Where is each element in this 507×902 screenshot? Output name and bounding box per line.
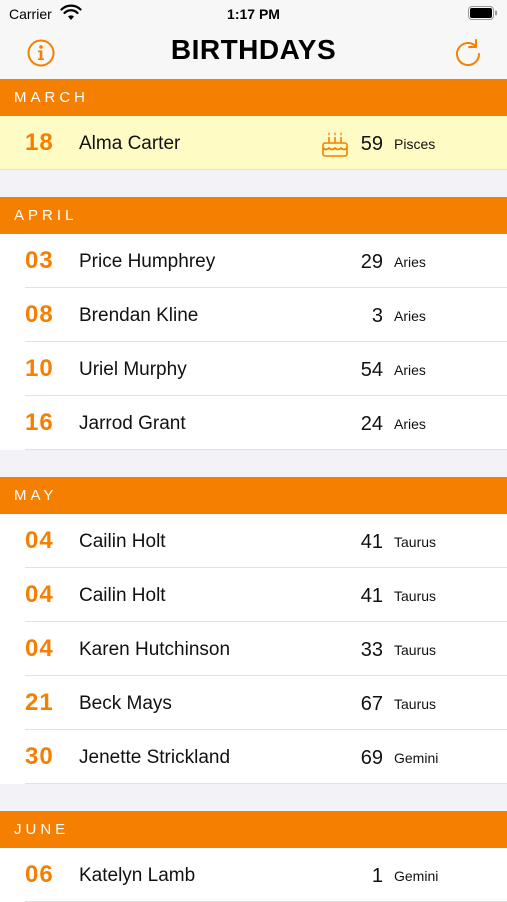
zodiac-sign: Taurus (394, 534, 437, 550)
birthday-row[interactable]: 18 Alma Carter 59 Pisces (0, 116, 507, 170)
person-age: 69 (360, 747, 383, 769)
zodiac-sign: Gemini (394, 750, 439, 766)
person-age: 33 (360, 639, 383, 661)
birthday-day: 18 (25, 129, 54, 156)
row-separator (25, 783, 507, 784)
zodiac-sign: Taurus (394, 696, 437, 712)
person-age: 67 (360, 693, 383, 715)
person-age: 41 (360, 585, 383, 607)
birthday-day: 30 (25, 743, 54, 770)
clock-time: 1:17 PM (227, 6, 280, 22)
refresh-icon[interactable] (453, 38, 483, 68)
birthday-day: 03 (25, 247, 54, 274)
birthday-day: 06 (25, 861, 54, 888)
birthday-row[interactable]: 08 Brendan Kline 3 Aries (0, 288, 507, 342)
birthday-row[interactable]: 04 Cailin Holt 41 Taurus (0, 568, 507, 622)
person-age: 1 (371, 865, 383, 887)
zodiac-sign: Aries (394, 308, 426, 324)
section-spacer (0, 450, 507, 477)
person-age: 3 (371, 305, 383, 327)
person-name: Cailin Holt (79, 531, 166, 552)
zodiac-sign: Aries (394, 416, 426, 432)
zodiac-sign: Aries (394, 362, 426, 378)
birthday-row[interactable]: 06 Katelyn Lamb 1 Gemini (0, 848, 507, 902)
cake-icon (322, 132, 348, 157)
row-separator (0, 169, 507, 170)
battery-icon (468, 6, 497, 20)
section-header-may: MAY (0, 477, 507, 514)
birthday-row[interactable]: 03 Price Humphrey 29 Aries (0, 234, 507, 288)
navigation-bar: BIRTHDAYS (0, 28, 507, 79)
page-title: BIRTHDAYS (170, 34, 337, 65)
person-name: Cailin Holt (79, 585, 166, 606)
birthday-row[interactable]: 04 Karen Hutchinson 33 Taurus (0, 622, 507, 676)
section-header-june: JUNE (0, 811, 507, 848)
person-name: Katelyn Lamb (79, 865, 196, 886)
section-header-march: MARCH (0, 79, 507, 116)
birthday-row[interactable]: 04 Cailin Holt 41 Taurus (0, 514, 507, 568)
status-bar: Carrier 1:17 PM (0, 0, 507, 28)
birthday-day: 21 (25, 689, 54, 716)
person-age: 24 (360, 413, 383, 435)
section-spacer (0, 784, 507, 811)
person-name: Beck Mays (79, 693, 172, 714)
row-separator (25, 449, 507, 450)
birthday-row[interactable]: 10 Uriel Murphy 54 Aries (0, 342, 507, 396)
zodiac-sign: Gemini (394, 868, 439, 884)
birthday-day: 04 (25, 581, 54, 608)
birthday-day: 04 (25, 527, 54, 554)
person-age: 54 (360, 359, 383, 381)
person-name: Alma Carter (79, 133, 181, 154)
person-age: 59 (360, 133, 383, 155)
birthday-day: 16 (25, 409, 54, 436)
zodiac-sign: Taurus (394, 642, 437, 658)
birthday-row[interactable]: 21 Beck Mays 67 Taurus (0, 676, 507, 730)
section-spacer (0, 170, 507, 197)
person-name: Jenette Strickland (79, 747, 231, 768)
person-name: Brendan Kline (79, 305, 199, 326)
person-name: Karen Hutchinson (79, 639, 231, 660)
birthday-row[interactable]: 30 Jenette Strickland 69 Gemini (0, 730, 507, 784)
person-name: Uriel Murphy (79, 359, 187, 380)
zodiac-sign: Taurus (394, 588, 437, 604)
zodiac-sign: Pisces (394, 136, 436, 152)
birthday-day: 08 (25, 301, 54, 328)
birthday-day: 10 (25, 355, 54, 382)
person-name: Jarrod Grant (79, 413, 186, 434)
person-name: Price Humphrey (79, 251, 216, 272)
section-header-april: APRIL (0, 197, 507, 234)
zodiac-sign: Aries (394, 254, 426, 270)
person-age: 29 (360, 251, 383, 273)
person-age: 41 (360, 531, 383, 553)
birthday-list[interactable]: MARCH 18 Alma Carter 59 Pisces APRIL 03 Price H… (0, 79, 507, 902)
birthday-day: 04 (25, 635, 54, 662)
birthday-row[interactable]: 16 Jarrod Grant 24 Aries (0, 396, 507, 450)
